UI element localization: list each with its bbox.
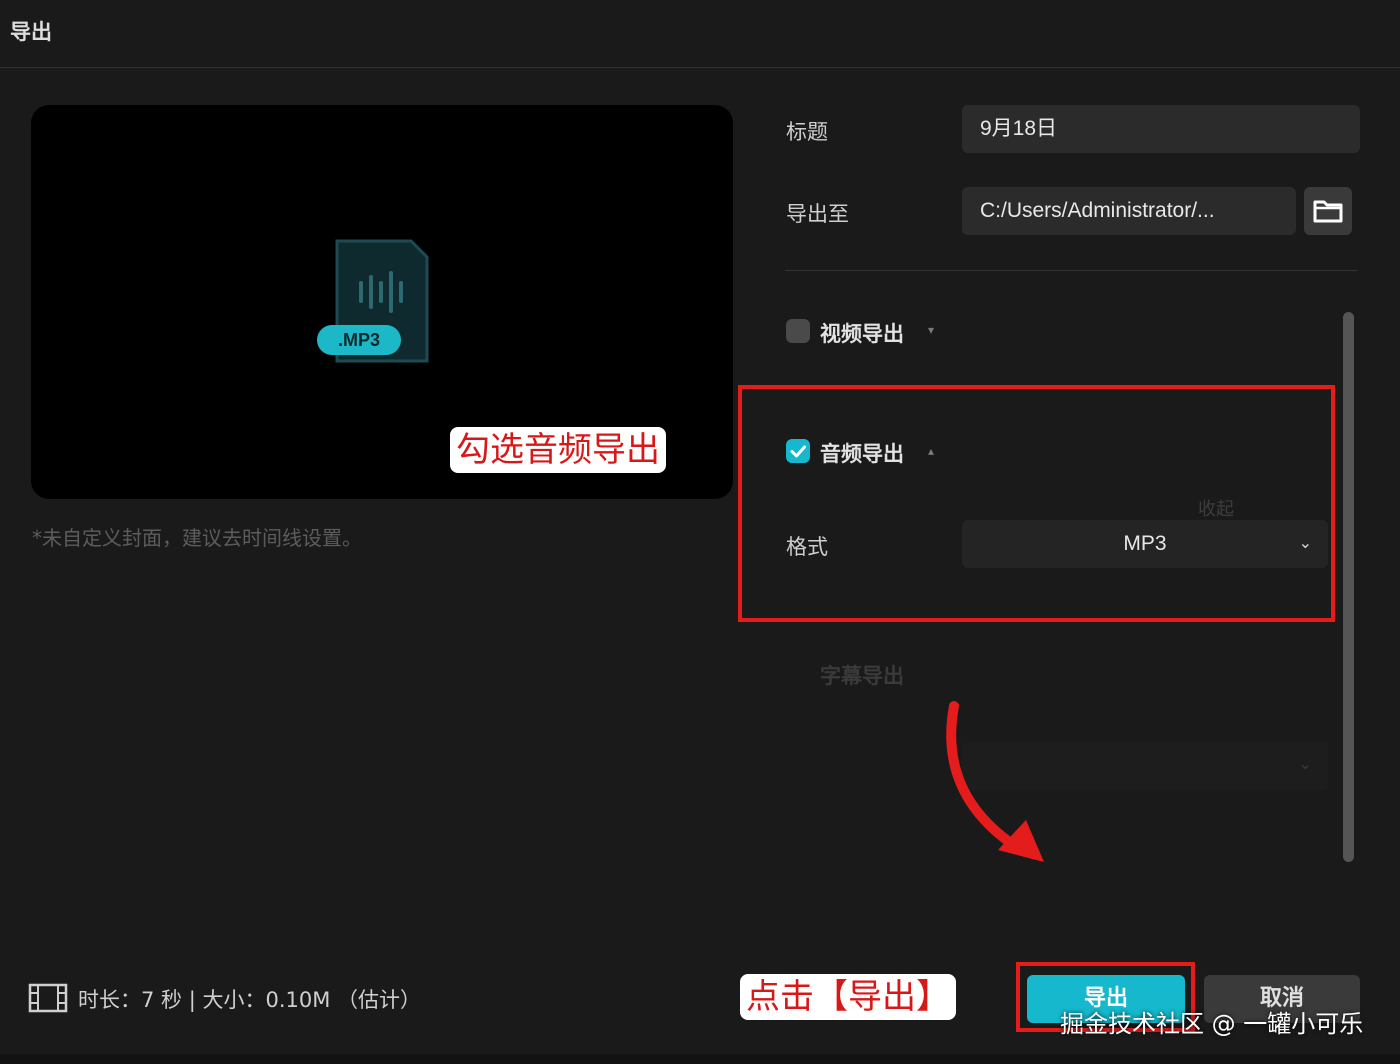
title-input[interactable]: 9月18日 (962, 105, 1360, 153)
video-export-checkbox[interactable] (786, 319, 810, 343)
dialog-titlebar: 导出 (0, 0, 1400, 68)
dialog-title: 导出 (10, 20, 52, 44)
annotation-check-audio: 勾选音频导出 (450, 427, 666, 473)
settings-scrollbar[interactable] (1343, 312, 1354, 862)
bottom-edge (0, 1054, 1400, 1064)
audio-export-highlight (738, 385, 1335, 622)
format-select[interactable]: MP3 ⌄ (962, 520, 1328, 568)
title-label: 标题 (786, 120, 828, 144)
video-export-label: 视频导出 (820, 322, 904, 346)
export-path-input[interactable]: C:/Users/Administrator/... (962, 187, 1296, 235)
export-to-label: 导出至 (786, 202, 849, 226)
browse-folder-button[interactable] (1304, 187, 1352, 235)
chevron-down-icon: ⌄ (1298, 754, 1312, 773)
mp3-badge: .MP3 (317, 325, 401, 355)
collapse-caret-icon[interactable]: ▴ (928, 444, 934, 458)
format-value: MP3 (1123, 532, 1167, 555)
cover-hint: *未自定义封面，建议去时间线设置。 (32, 526, 362, 550)
audio-export-label: 音频导出 (820, 442, 904, 466)
annotation-arrow-icon (946, 701, 1044, 862)
film-icon (28, 983, 68, 1013)
chevron-down-icon: ⌄ (1298, 535, 1312, 552)
expand-caret-icon[interactable]: ▾ (928, 323, 934, 337)
format-label: 格式 (786, 535, 828, 559)
checkmark-icon (790, 445, 806, 458)
annotation-click-export: 点击【导出】 (740, 974, 956, 1020)
duration-size-text: 时长：7 秒 | 大小：0.10M （估计） (78, 988, 422, 1012)
collapse-link[interactable]: 收起 (1198, 495, 1234, 521)
section-divider (785, 270, 1358, 271)
watermark: 掘金技术社区 @ 一罐小可乐 (1060, 1010, 1364, 1038)
subtitle-export-label: 字幕导出 (820, 664, 904, 688)
folder-icon (1313, 200, 1343, 223)
audio-export-checkbox[interactable] (786, 439, 810, 463)
